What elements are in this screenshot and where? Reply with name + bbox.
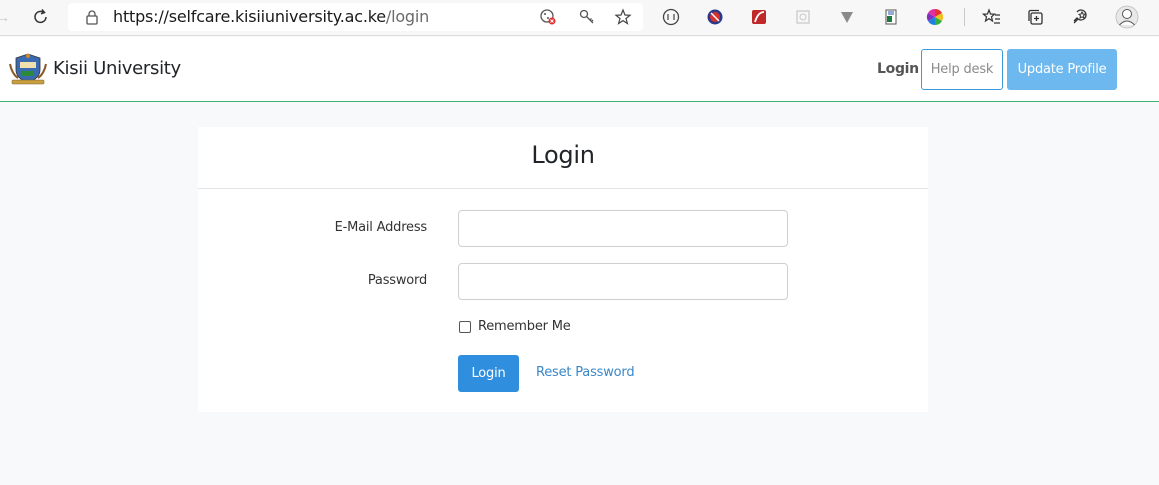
browser-toolbar: → https://selfcare.kisiiuniversity.ac.ke…	[0, 0, 1159, 36]
back-icon[interactable]: →	[0, 9, 10, 25]
card-title: Login	[531, 141, 595, 169]
extension-sheet-icon[interactable]	[881, 7, 901, 27]
nav-login-link[interactable]: Login	[877, 61, 919, 77]
cookie-blocked-icon[interactable]	[539, 8, 557, 26]
extension-flash-icon[interactable]	[749, 7, 769, 27]
email-field[interactable]	[458, 210, 788, 247]
extension-color-wheel-icon[interactable]	[925, 7, 945, 27]
remember-me-label[interactable]: Remember Me	[478, 319, 571, 335]
site-navbar: Kisii University Login Help desk Update …	[0, 37, 1159, 102]
extension-triangle-icon[interactable]	[837, 7, 857, 27]
toolbar-divider	[964, 8, 965, 26]
extension-grid-icon[interactable]	[793, 7, 813, 27]
university-crest-icon[interactable]	[8, 52, 48, 86]
email-label: E-Mail Address	[334, 220, 428, 235]
favorites-list-icon[interactable]	[982, 7, 1002, 27]
reset-password-link[interactable]: Reset Password	[536, 365, 635, 381]
favorite-star-icon[interactable]	[614, 8, 632, 26]
key-icon[interactable]	[578, 8, 596, 26]
reload-icon[interactable]	[31, 7, 51, 27]
url-text[interactable]: https://selfcare.kisiiuniversity.ac.ke/l…	[113, 7, 429, 27]
url-path: /login	[385, 7, 430, 26]
password-label: Password	[367, 273, 427, 288]
login-button[interactable]: Login	[458, 355, 519, 392]
feedback-icon[interactable]	[1070, 7, 1090, 27]
reader-icon[interactable]	[661, 7, 681, 27]
url-host: https://selfcare.kisiiuniversity.ac.ke	[113, 7, 386, 26]
lock-icon[interactable]	[84, 9, 100, 25]
update-profile-button[interactable]: Update Profile	[1007, 49, 1117, 90]
extension-red-icon[interactable]	[705, 7, 725, 27]
login-card: Login E-Mail Address Password Remember M…	[198, 127, 928, 412]
brand-name[interactable]: Kisii University	[53, 58, 181, 80]
profile-avatar-icon[interactable]	[1115, 5, 1139, 29]
password-field[interactable]	[458, 263, 788, 300]
help-desk-button[interactable]: Help desk	[921, 49, 1003, 90]
collections-icon[interactable]	[1026, 7, 1046, 27]
address-bar[interactable]: https://selfcare.kisiiuniversity.ac.ke/l…	[68, 3, 643, 31]
remember-me-checkbox[interactable]	[459, 321, 471, 333]
card-header: Login	[198, 127, 928, 189]
